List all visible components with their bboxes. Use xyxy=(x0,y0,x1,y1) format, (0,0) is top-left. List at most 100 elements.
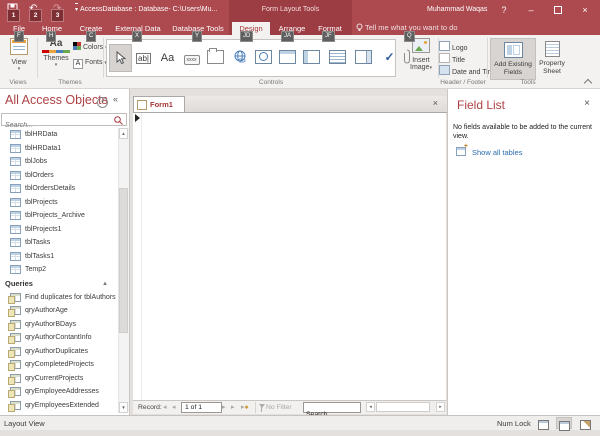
query-item[interactable]: Find duplicates for tblAuthors xyxy=(0,291,118,305)
themes-button-label: Themes xyxy=(42,55,70,62)
table-item-label: tblProjects xyxy=(25,199,58,206)
date-time-button[interactable]: Date and Time xyxy=(439,65,498,76)
add-existing-fields-icon xyxy=(504,42,523,58)
add-existing-fields-button[interactable]: Add Existing Fields xyxy=(490,38,536,80)
group-separator xyxy=(487,38,488,78)
layout-view-button[interactable] xyxy=(556,417,572,429)
query-item[interactable]: qryAuthorContantInfo xyxy=(0,331,118,345)
table-item[interactable]: tblProjects_Archive xyxy=(0,209,118,223)
table-item[interactable]: tblHRData1 xyxy=(0,142,118,156)
queries-header-label: Queries xyxy=(5,279,33,288)
check-box-icon[interactable]: ✓ xyxy=(379,44,400,70)
themes-dropdown-icon[interactable]: ▾ xyxy=(42,62,70,68)
user-account[interactable]: Muhammad Waqas xyxy=(427,6,487,13)
record-search-box[interactable] xyxy=(303,402,361,413)
query-item[interactable]: qryCompletedProjects xyxy=(0,358,118,372)
table-icon xyxy=(10,184,21,193)
insert-image-button[interactable]: Insert Image▾ xyxy=(405,38,437,71)
new-record-icon[interactable]: ▸✱ xyxy=(241,403,249,411)
record-count-box[interactable]: 1 of 1 xyxy=(181,402,222,413)
no-filter-label[interactable]: No Filter xyxy=(266,404,292,411)
nav-scrollbar-thumb[interactable] xyxy=(119,188,128,333)
web-browser-control-icon[interactable] xyxy=(253,44,274,70)
group-separator xyxy=(37,38,38,78)
table-item[interactable]: tblHRData xyxy=(0,128,118,142)
combo-box-icon[interactable] xyxy=(353,44,374,70)
close-document-icon[interactable]: × xyxy=(433,98,438,108)
collapse-section-icon[interactable]: ▲ xyxy=(102,281,108,287)
scroll-right-icon[interactable]: ▸ xyxy=(436,402,445,412)
close-icon[interactable]: × xyxy=(578,5,592,16)
show-all-tables-link[interactable]: Show all tables xyxy=(472,148,522,157)
layout-guide-line xyxy=(141,113,142,400)
design-view-button[interactable] xyxy=(577,417,593,429)
first-record-icon[interactable]: ◂ xyxy=(163,403,167,411)
minimize-icon[interactable]: – xyxy=(524,5,538,16)
table-item[interactable]: tblTasks1 xyxy=(0,250,118,264)
previous-record-icon[interactable]: ◂ xyxy=(172,403,176,411)
last-record-icon[interactable]: ▸ xyxy=(231,403,235,411)
list-box-icon[interactable] xyxy=(327,44,348,70)
label-control-icon[interactable]: Aa xyxy=(157,44,178,70)
view-dropdown-icon[interactable]: ▾ xyxy=(6,66,32,72)
title-icon xyxy=(439,53,450,63)
record-navigation-bar: Record: ◂ ◂ 1 of 1 ▸ ▸ ▸✱ No Filter ◂ ▸ xyxy=(133,400,446,414)
query-item[interactable]: qryEmployeesExtended xyxy=(0,399,118,413)
maximize-icon[interactable] xyxy=(551,6,565,17)
nav-scrollbar[interactable]: ▲ ▼ xyxy=(118,128,129,413)
property-sheet-button[interactable]: Property Sheet xyxy=(537,38,567,78)
query-item-label: qryAuthorDuplicates xyxy=(25,348,88,355)
nav-pane-title[interactable]: All Access Objects xyxy=(5,93,108,107)
table-item[interactable]: Temp2 xyxy=(0,263,118,277)
collapse-ribbon-icon[interactable] xyxy=(585,78,592,85)
table-item[interactable]: tblJobs xyxy=(0,155,118,169)
query-item[interactable]: qryAuthorDuplicates xyxy=(0,345,118,359)
button-control-icon[interactable]: xxxx xyxy=(181,44,202,70)
query-icon xyxy=(10,374,21,383)
nav-pane-menu-icon[interactable]: ▾ xyxy=(97,97,108,108)
insert-image-label-2: Image xyxy=(410,64,429,71)
text-box-icon[interactable]: ab| xyxy=(133,44,154,70)
table-item[interactable]: tblTasks xyxy=(0,236,118,250)
view-button[interactable]: View ▾ xyxy=(6,38,32,72)
help-button[interactable]: ? xyxy=(497,5,511,16)
tab-control-icon[interactable] xyxy=(205,44,226,70)
hyperlink-icon[interactable] xyxy=(229,44,250,70)
select-pointer-icon[interactable] xyxy=(109,44,132,72)
query-item-label: qryAuthorAge xyxy=(25,307,68,314)
separator xyxy=(255,402,256,413)
nav-search-box[interactable] xyxy=(1,113,127,126)
num-lock-indicator: Num Lock xyxy=(497,419,531,428)
scroll-up-icon[interactable]: ▲ xyxy=(119,128,128,139)
table-item-label: tblTasks xyxy=(25,239,50,246)
scroll-down-icon[interactable]: ▼ xyxy=(119,402,128,413)
form-view-button[interactable] xyxy=(535,417,551,429)
document-tab-form1[interactable]: Form1 xyxy=(133,96,185,112)
query-item[interactable]: qryCurrentProjects xyxy=(0,372,118,386)
customize-qat-icon[interactable]: ▾ xyxy=(75,3,78,16)
subform-control-icon[interactable] xyxy=(301,44,322,70)
queries-section-header[interactable]: Queries ▲ xyxy=(0,277,118,291)
document-tab-label: Form1 xyxy=(150,100,173,109)
table-item[interactable]: tblProjects xyxy=(0,196,118,210)
scroll-left-icon[interactable]: ◂ xyxy=(366,402,375,412)
next-record-icon[interactable]: ▸ xyxy=(222,403,226,411)
fonts-button[interactable]: A Fonts ▾ xyxy=(73,59,107,69)
query-item[interactable]: qryAuthorAge xyxy=(0,304,118,318)
shutter-bar-close-icon[interactable]: « xyxy=(113,94,118,104)
logo-button[interactable]: Logo xyxy=(439,41,468,52)
horizontal-scrollbar[interactable]: ◂ ▸ xyxy=(365,401,446,413)
themes-button[interactable]: Aa Themes ▾ xyxy=(42,38,70,68)
hscroll-thumb[interactable] xyxy=(376,402,430,412)
title-button[interactable]: Title xyxy=(439,53,465,64)
table-item[interactable]: tblOrdersDetails xyxy=(0,182,118,196)
query-item[interactable]: qryEmployeeAddresses xyxy=(0,385,118,399)
table-item[interactable]: tblProjects1 xyxy=(0,223,118,237)
document-area: Form1 × Record: ◂ ◂ 1 of 1 ▸ ▸ ▸✱ No Fil… xyxy=(130,89,447,415)
table-item[interactable]: tblOrders xyxy=(0,169,118,183)
query-item[interactable]: qryAuthorBDays xyxy=(0,318,118,332)
close-field-list-icon[interactable]: × xyxy=(584,98,590,109)
navigation-control-icon[interactable] xyxy=(277,44,298,70)
query-item-label: qryCurrentProjects xyxy=(25,375,83,382)
form-canvas[interactable] xyxy=(133,113,446,400)
